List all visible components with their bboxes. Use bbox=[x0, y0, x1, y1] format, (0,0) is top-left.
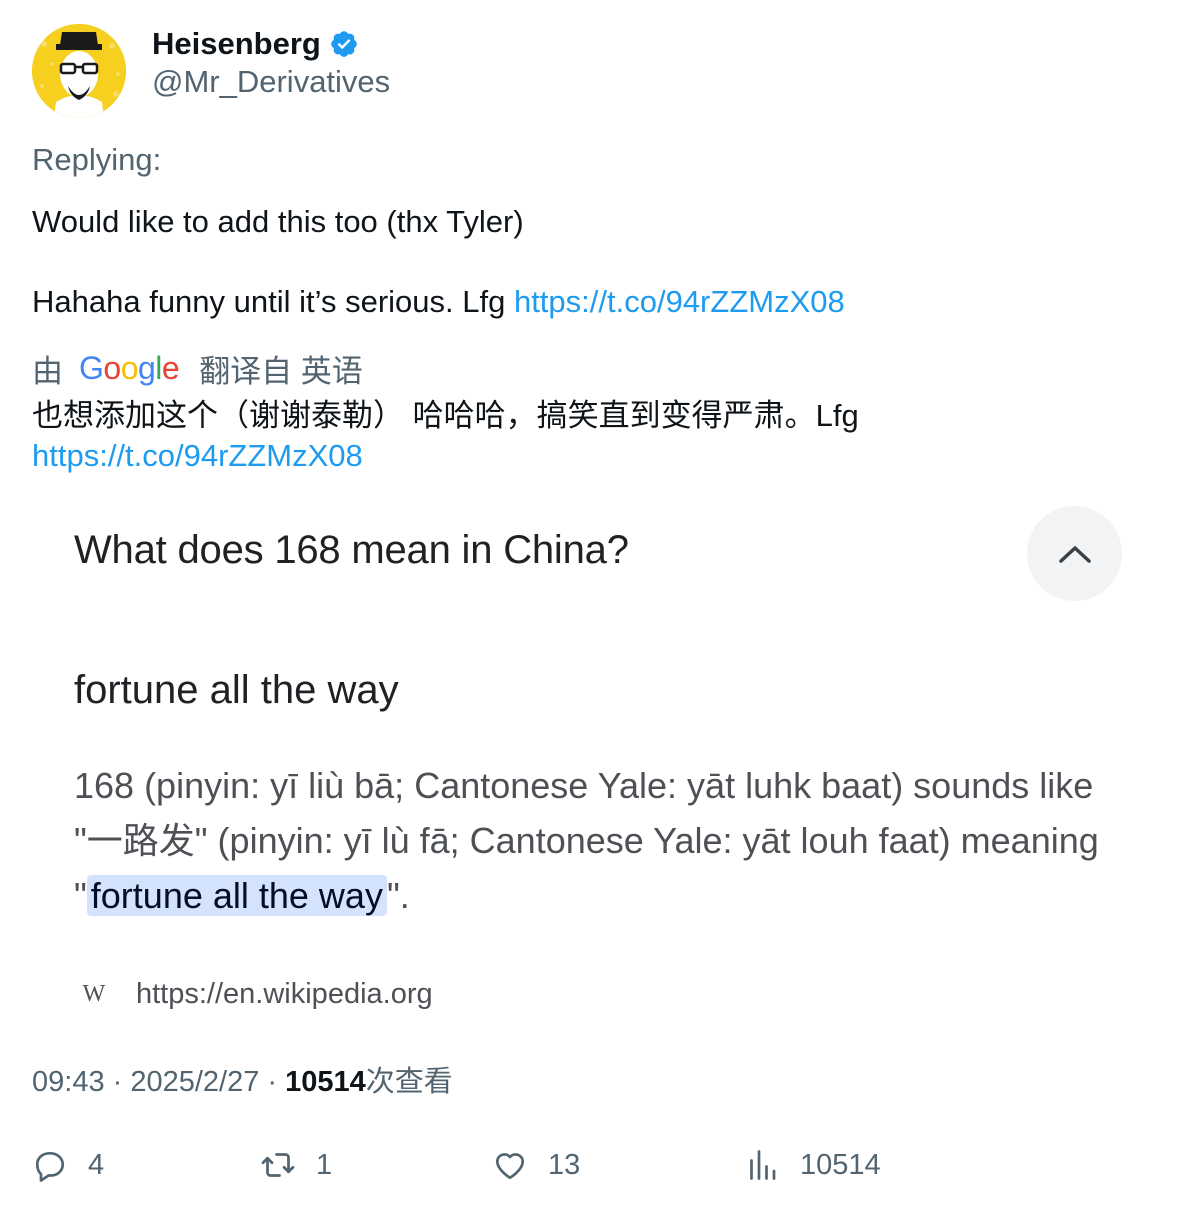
google-logo: Google bbox=[79, 349, 180, 386]
reply-button[interactable]: 4 bbox=[32, 1140, 104, 1190]
translated-link[interactable]: https://t.co/94rZZMzX08 bbox=[32, 436, 1162, 476]
source-url: https://en.wikipedia.org bbox=[136, 978, 433, 1010]
avatar-heisenberg-image bbox=[32, 24, 126, 118]
translated-from-label: 翻译自 英语 bbox=[199, 353, 363, 389]
translated-text: 也想添加这个（谢谢泰勒） 哈哈哈，搞笑直到变得严肃。Lfg https://t.… bbox=[32, 396, 1162, 476]
views-count-action: 10514 bbox=[800, 1148, 881, 1181]
heart-icon bbox=[495, 1153, 525, 1180]
analytics-icon bbox=[750, 1150, 776, 1180]
chevron-up-icon bbox=[1058, 545, 1091, 563]
card-answer: fortune all the way bbox=[74, 668, 399, 712]
retweet-button[interactable]: 1 bbox=[260, 1140, 332, 1190]
tweet-meta: 09:43 · 2025/2/27 · 10514次查看 bbox=[32, 1058, 453, 1100]
tweet-link[interactable]: https://t.co/94rZZMzX08 bbox=[514, 284, 845, 319]
like-count: 13 bbox=[548, 1148, 581, 1181]
like-button[interactable]: 13 bbox=[492, 1140, 580, 1190]
snippet-tail: ". bbox=[386, 875, 410, 916]
author-name-row[interactable]: Heisenberg bbox=[152, 26, 359, 62]
tweet-timestamp[interactable]: 09:43 · 2025/2/27 · bbox=[32, 1066, 285, 1098]
collapse-button[interactable] bbox=[1027, 506, 1122, 601]
action-bar: 4 1 13 10514 bbox=[32, 1140, 1162, 1190]
card-question: What does 168 mean in China? bbox=[74, 528, 629, 572]
translated-by-label: 由 bbox=[32, 353, 63, 389]
attached-image-card[interactable]: What does 168 mean in China? fortune all… bbox=[32, 490, 1164, 1035]
author-name[interactable]: Heisenberg bbox=[152, 26, 321, 62]
tweet-text: Would like to add this too (thx Tyler) H… bbox=[32, 202, 1162, 322]
retweet-icon bbox=[261, 1153, 295, 1177]
translated-body: 也想添加这个（谢谢泰勒） 哈哈哈，搞笑直到变得严肃。Lfg bbox=[32, 398, 859, 433]
card-snippet: 168 (pinyin: yī liù bā; Cantonese Yale: … bbox=[74, 758, 1134, 923]
snippet-highlight: fortune all the way bbox=[86, 875, 387, 916]
translation-attribution[interactable]: 由 Google 翻译自 英语 bbox=[32, 348, 363, 389]
retweet-count: 1 bbox=[316, 1148, 333, 1181]
tweet-header: Heisenberg @Mr_Derivatives bbox=[32, 24, 1132, 124]
tweet-line-2: Hahaha funny until it’s serious. Lfg htt… bbox=[32, 282, 1162, 322]
reply-count: 4 bbox=[88, 1148, 105, 1181]
replying-label: Replying: bbox=[32, 142, 162, 177]
views-count: 10514 bbox=[285, 1066, 366, 1098]
wikipedia-icon: W bbox=[82, 981, 106, 1007]
card-source: W https://en.wikipedia.org bbox=[74, 978, 433, 1011]
verified-badge-icon bbox=[331, 31, 357, 57]
views-label: 次查看 bbox=[365, 1066, 453, 1098]
tweet-line-2-text: Hahaha funny until it’s serious. Lfg bbox=[32, 284, 514, 319]
author-handle[interactable]: @Mr_Derivatives bbox=[152, 64, 390, 100]
reply-icon bbox=[35, 1151, 65, 1182]
avatar[interactable] bbox=[32, 24, 126, 118]
tweet-line-1: Would like to add this too (thx Tyler) bbox=[32, 204, 524, 239]
views-button[interactable]: 10514 bbox=[744, 1140, 881, 1190]
